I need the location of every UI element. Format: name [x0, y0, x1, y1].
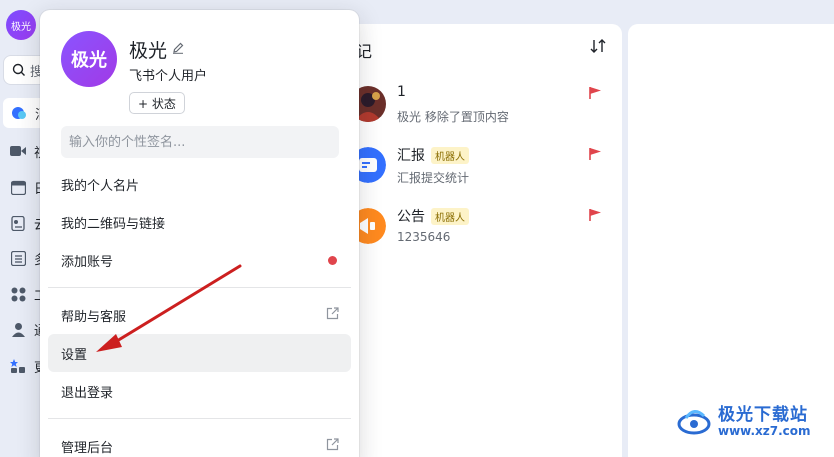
profile-role: 飞书个人用户	[129, 69, 208, 84]
chat-item[interactable]: 1 极光 移除了置顶内容	[340, 84, 622, 140]
edit-icon[interactable]	[172, 42, 184, 58]
contacts-icon	[10, 321, 26, 337]
chat-name: 公告 机器人	[397, 206, 469, 226]
menu-business-card[interactable]: 我的个人名片	[48, 165, 351, 203]
menu-divider	[48, 418, 351, 419]
watermark-url: www.xz7.com	[718, 423, 811, 438]
list-icon	[10, 250, 26, 266]
profile-name: 极光	[129, 36, 184, 63]
docs-icon	[10, 215, 26, 231]
chat-item[interactable]: 公告 机器人 1235646	[340, 206, 622, 262]
watermark-title: 极光下载站	[718, 404, 808, 425]
menu-help[interactable]: 帮助与客服	[48, 296, 351, 334]
flag-icon[interactable]	[588, 147, 602, 165]
signature-input[interactable]	[61, 126, 339, 158]
menu-item-label: 管理后台	[61, 440, 114, 456]
external-link-icon	[326, 438, 339, 455]
profile-avatar[interactable]: 极光	[61, 31, 117, 87]
user-avatar[interactable]: 极光	[6, 10, 36, 40]
menu-add-account[interactable]: 添加账号	[48, 241, 351, 279]
menu-settings[interactable]: 设置	[48, 334, 351, 372]
chat-subtitle: 汇报提交统计	[397, 171, 470, 185]
calendar-icon	[10, 179, 26, 195]
menu-qr-link[interactable]: 我的二维码与链接	[48, 203, 351, 241]
flag-icon[interactable]	[588, 208, 602, 226]
flag-icon[interactable]	[588, 86, 602, 104]
watermark: 极光下载站 www.xz7.com	[676, 404, 811, 440]
more-apps-icon	[10, 358, 26, 374]
menu-item-label: 设置	[61, 347, 88, 363]
chat-name: 汇报 机器人	[397, 145, 469, 165]
set-status-button[interactable]: + 状态	[129, 92, 185, 114]
menu-item-label: 我的个人名片	[61, 178, 140, 194]
menu-item-label: 退出登录	[61, 385, 114, 401]
menu-item-label: 我的二维码与链接	[61, 216, 166, 232]
chat-subtitle: 极光 移除了置顶内容	[397, 110, 509, 124]
watermark-logo-icon	[677, 410, 711, 435]
menu-item-label: 帮助与客服	[61, 309, 127, 325]
chat-list-panel: 记 1 极光 移除了置顶内容 汇报 机器人 汇报提交统计 公告 机器人 1235…	[340, 24, 622, 457]
menu-admin[interactable]: 管理后台	[48, 427, 351, 457]
notification-dot	[328, 256, 337, 265]
video-icon	[10, 143, 26, 159]
chat-subtitle: 1235646	[397, 230, 451, 244]
sort-icon[interactable]	[590, 38, 606, 58]
menu-logout[interactable]: 退出登录	[48, 372, 351, 410]
menu-divider	[48, 287, 351, 288]
bot-tag: 机器人	[431, 146, 469, 164]
message-icon	[11, 105, 27, 121]
chat-content-panel	[628, 24, 834, 457]
chat-item[interactable]: 汇报 机器人 汇报提交统计	[340, 145, 622, 201]
profile-menu-card: 极光 极光 飞书个人用户 + 状态 我的个人名片 我的二维码与链接 添加账号 帮…	[40, 10, 359, 457]
apps-icon	[10, 286, 26, 302]
chat-name: 1	[397, 84, 406, 100]
bot-tag: 机器人	[431, 207, 469, 225]
search-icon	[12, 63, 25, 76]
external-link-icon	[326, 307, 339, 324]
menu-item-label: 添加账号	[61, 254, 114, 270]
